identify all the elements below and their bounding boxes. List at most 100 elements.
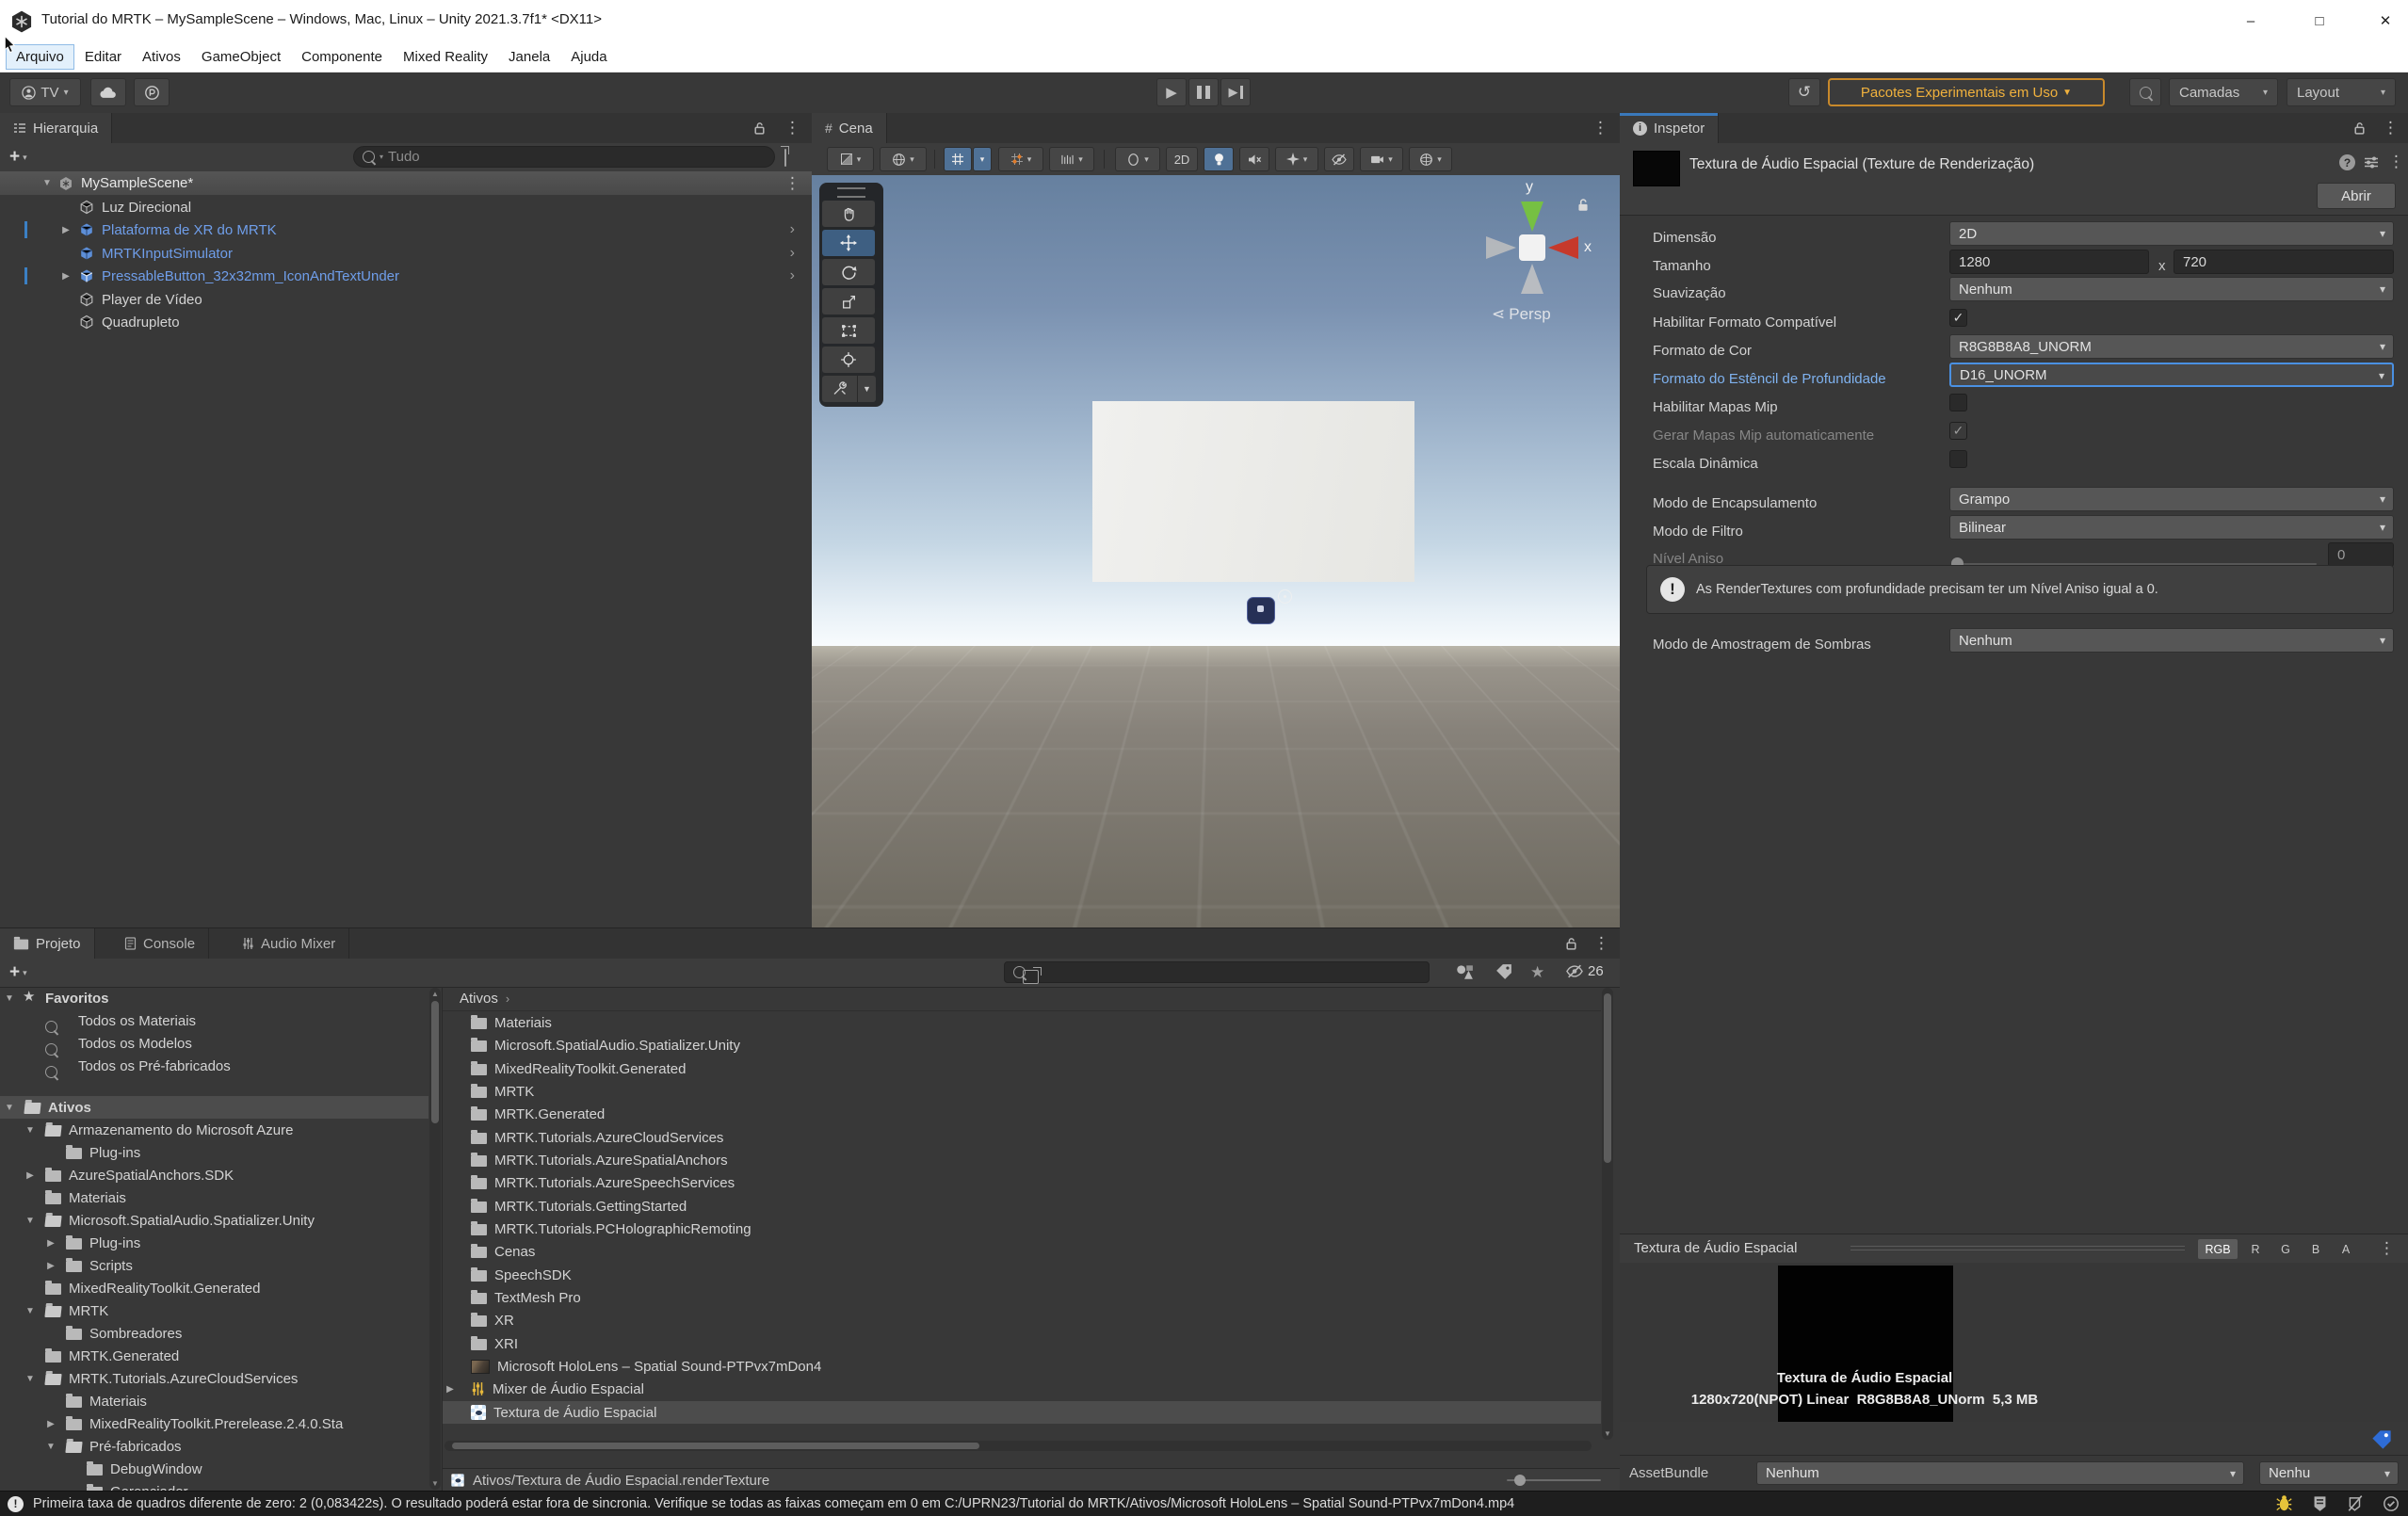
tree-row[interactable]: Sombreadores bbox=[0, 1322, 428, 1345]
files-vscrollbar[interactable]: ▼ bbox=[1602, 988, 1613, 1440]
favorites-item[interactable]: Todos os Modelos bbox=[0, 1032, 428, 1055]
menu-ajuda[interactable]: Ajuda bbox=[560, 44, 617, 70]
scrollbar-thumb[interactable] bbox=[1604, 993, 1611, 1163]
asset-labels-icon[interactable] bbox=[2371, 1429, 2392, 1450]
project-add-button[interactable]: +▾ bbox=[9, 962, 27, 983]
lock-icon[interactable] bbox=[2353, 121, 2366, 136]
filter-by-type-button[interactable] bbox=[1455, 963, 1474, 984]
channel-rgb-button[interactable]: RGB bbox=[2198, 1239, 2238, 1259]
maximize-button[interactable]: □ bbox=[2298, 8, 2341, 34]
scroll-down-icon[interactable]: ▼ bbox=[431, 1479, 439, 1488]
file-row[interactable]: MixedRealityToolkit.Generated bbox=[443, 1057, 1601, 1080]
scroll-up-icon[interactable]: ▲ bbox=[431, 990, 439, 998]
scrollbar-thumb[interactable] bbox=[431, 1001, 439, 1123]
layout-dropdown[interactable]: Layout▾ bbox=[2287, 78, 2396, 106]
hierarchy-scene-row[interactable]: ▼ MySampleScene* ⋮ bbox=[0, 171, 812, 195]
file-row[interactable]: Microsoft.SpatialAudio.Spatializer.Unity bbox=[443, 1034, 1601, 1056]
tree-row[interactable]: Plug-ins bbox=[0, 1141, 428, 1164]
orientation-gizmo[interactable]: y x bbox=[1471, 186, 1593, 309]
lighting-toggle[interactable] bbox=[1204, 147, 1234, 171]
assetbundle-dropdown[interactable]: Nenhum bbox=[1756, 1461, 2244, 1485]
filter-by-label-button[interactable] bbox=[1495, 963, 1512, 984]
prefab-open-chevron[interactable]: › bbox=[790, 245, 795, 262]
hierarchy-item-pressable-button[interactable]: ▶ PressableButton_32x32mm_IconAndTextUnd… bbox=[0, 265, 812, 287]
channel-r-button[interactable]: R bbox=[2243, 1239, 2268, 1259]
draw-mode-dropdown[interactable]: ▾ bbox=[827, 147, 874, 171]
menu-componente[interactable]: Componente bbox=[291, 44, 393, 70]
play-button[interactable]: ▶ bbox=[1156, 78, 1187, 106]
scene-panel-menu-icon[interactable]: ⋮ bbox=[1592, 120, 1608, 136]
tree-row[interactable]: MixedRealityToolkit.Generated bbox=[0, 1277, 428, 1299]
depth-stencil-format-dropdown[interactable]: D16_UNORM bbox=[1949, 363, 2394, 387]
tab-project[interactable]: Projeto bbox=[0, 928, 95, 959]
cloud-button[interactable] bbox=[90, 78, 126, 106]
file-row[interactable]: Materiais bbox=[443, 1011, 1601, 1034]
menu-ativos[interactable]: Ativos bbox=[132, 44, 191, 70]
effects-dropdown[interactable]: ▾ bbox=[1275, 147, 1318, 171]
tree-row-ativos[interactable]: ▼Ativos bbox=[0, 1096, 428, 1119]
tab-audio-mixer[interactable]: Audio Mixer bbox=[229, 928, 349, 959]
files-hscrollbar[interactable] bbox=[444, 1441, 1592, 1451]
search-everywhere-button[interactable] bbox=[2129, 78, 2161, 106]
close-button[interactable]: ✕ bbox=[2364, 8, 2407, 34]
tree-row[interactable]: ▶AzureSpatialAnchors.SDK bbox=[0, 1164, 428, 1186]
channel-g-button[interactable]: G bbox=[2273, 1239, 2298, 1259]
tab-hierarchy[interactable]: Hierarquia bbox=[0, 113, 112, 143]
layers-dropdown[interactable]: Camadas▾ bbox=[2169, 78, 2278, 106]
hierarchy-item-player-de-video[interactable]: Player de Vídeo bbox=[0, 288, 812, 311]
audio-mute-toggle[interactable] bbox=[1239, 147, 1269, 171]
plastic-scm-button[interactable] bbox=[134, 78, 170, 106]
file-row-mixer[interactable]: ▶ Mixer de Áudio Espacial bbox=[443, 1378, 1601, 1400]
icon-size-slider[interactable] bbox=[1507, 1479, 1601, 1481]
inspector-menu-icon[interactable]: ⋮ bbox=[2383, 120, 2399, 136]
tab-scene[interactable]: # Cena bbox=[812, 113, 887, 143]
filter-mode-dropdown[interactable]: Bilinear bbox=[1949, 515, 2394, 540]
prefab-open-chevron[interactable]: › bbox=[790, 267, 795, 284]
hierarchy-item-quadrupleto[interactable]: Quadrupleto bbox=[0, 311, 812, 333]
assetbundle-variant-dropdown[interactable]: Nenhu bbox=[2259, 1461, 2399, 1485]
measure-tool-dropdown[interactable]: ▾ bbox=[1049, 147, 1094, 171]
collab-refresh-icon[interactable] bbox=[2309, 1494, 2330, 1512]
account-button[interactable]: TV▾ bbox=[9, 78, 81, 106]
gizmos-dropdown[interactable]: ▾ bbox=[1409, 147, 1452, 171]
scene-viewport[interactable]: ▼ y x ⋖Persp bbox=[812, 175, 1620, 927]
open-search-window-icon[interactable] bbox=[784, 149, 786, 167]
size-width-input[interactable]: 1280 bbox=[1949, 250, 2149, 274]
shadow-sampling-dropdown[interactable]: Nenhum bbox=[1949, 628, 2394, 653]
tree-row[interactable]: Materiais bbox=[0, 1390, 428, 1412]
rotate-tool[interactable] bbox=[822, 259, 875, 285]
increment-snap-dropdown[interactable]: ▾ bbox=[998, 147, 1043, 171]
expander-open-icon[interactable]: ▼ bbox=[4, 993, 15, 1004]
menu-editar[interactable]: Editar bbox=[74, 44, 132, 70]
size-height-input[interactable]: 720 bbox=[2174, 250, 2394, 274]
tree-scrollbar[interactable]: ▲ ▼ bbox=[429, 988, 441, 1490]
tree-row[interactable]: ▶MixedRealityToolkit.Prerelease.2.4.0.St… bbox=[0, 1412, 428, 1435]
favorites-item[interactable]: Todos os Pré-fabricados bbox=[0, 1055, 428, 1077]
move-tool[interactable] bbox=[822, 230, 875, 256]
preview-menu-icon[interactable]: ⋮ bbox=[2379, 1240, 2395, 1256]
aniso-value-input[interactable]: 0 bbox=[2328, 542, 2394, 567]
tab-console[interactable]: Console bbox=[111, 928, 209, 959]
file-row[interactable]: Cenas bbox=[443, 1240, 1601, 1263]
video-quad[interactable] bbox=[1092, 401, 1414, 582]
dynamic-scale-checkbox[interactable] bbox=[1949, 450, 1967, 468]
channel-a-button[interactable]: A bbox=[2334, 1239, 2358, 1259]
palette-drag-handle[interactable] bbox=[837, 187, 865, 198]
view-lock-icon[interactable] bbox=[1576, 198, 1590, 213]
pressable-button-object[interactable] bbox=[1247, 597, 1275, 624]
expander-closed-icon[interactable]: ▶ bbox=[60, 225, 72, 235]
grid-snap-dropdown[interactable]: ▾ bbox=[973, 147, 992, 171]
perspective-label[interactable]: ⋖Persp bbox=[1492, 305, 1551, 324]
scene-camera-dropdown[interactable]: ▾ bbox=[1360, 147, 1403, 171]
network-offline-icon[interactable] bbox=[2345, 1494, 2366, 1512]
expander-closed-icon[interactable]: ▶ bbox=[444, 1384, 456, 1395]
hierarchy-item-mrtk-input-simulator[interactable]: MRTKInputSimulator › bbox=[0, 242, 812, 265]
compatible-format-checkbox[interactable]: ✓ bbox=[1949, 309, 1967, 327]
status-bar[interactable]: ! Primeira taxa de quadros diferente de … bbox=[0, 1491, 2408, 1516]
menu-janela[interactable]: Janela bbox=[498, 44, 560, 70]
asset-menu-icon[interactable]: ⋮ bbox=[2388, 153, 2404, 169]
file-row-video[interactable]: Microsoft HoloLens – Spatial Sound-PTPvx… bbox=[443, 1355, 1601, 1378]
tree-row[interactable]: MRTK.Generated bbox=[0, 1345, 428, 1367]
minimize-button[interactable]: – bbox=[2229, 8, 2272, 34]
tab-inspector[interactable]: i Inspetor bbox=[1620, 113, 1719, 143]
